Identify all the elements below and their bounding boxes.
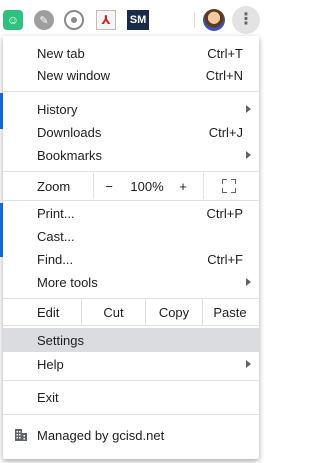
menu-item-label: New tab	[37, 45, 85, 61]
browser-toolbar: ☺ ✎ ⅄ SM ⋮	[0, 0, 267, 40]
edit-row: Edit Cut Copy Paste	[3, 299, 259, 325]
menu-divider	[3, 91, 259, 92]
copy-button[interactable]: Copy	[146, 299, 202, 325]
menu-divider	[3, 171, 259, 172]
menu-item-label: Exit	[37, 389, 59, 405]
chrome-main-menu: New tab Ctrl+T New window Ctrl+N History…	[3, 36, 259, 459]
menu-divider	[3, 380, 259, 381]
profile-avatar[interactable]	[203, 9, 225, 31]
menu-divider	[3, 325, 259, 326]
menu-item-history[interactable]: History	[3, 98, 259, 120]
menu-item-label: History	[37, 101, 78, 117]
emoji-extension-icon[interactable]: ☺	[3, 10, 23, 30]
menu-item-exit[interactable]: Exit	[3, 386, 259, 408]
menu-divider	[3, 414, 259, 415]
menu-item-label: New window	[37, 67, 110, 83]
customize-menu-button[interactable]: ⋮	[232, 6, 260, 34]
pencil-extension-icon[interactable]: ✎	[34, 10, 54, 30]
menu-item-managed[interactable]: Managed by gcisd.net	[3, 424, 259, 446]
submenu-arrow-icon	[246, 360, 251, 368]
menu-item-settings[interactable]: Settings	[3, 328, 259, 352]
menu-item-shortcut: Ctrl+F	[207, 251, 243, 267]
chrome-extension-icon[interactable]	[64, 10, 84, 30]
zoom-label: Zoom	[37, 178, 71, 194]
building-icon	[15, 429, 27, 441]
sm-extension-icon[interactable]: SM	[127, 10, 149, 30]
zoom-out-button[interactable]: −	[94, 173, 124, 199]
menu-item-label: Downloads	[37, 124, 102, 140]
four-dots-extension-icon[interactable]	[158, 10, 178, 30]
menu-item-shortcut: Ctrl+T	[207, 45, 243, 61]
menu-divider	[3, 200, 259, 201]
zoom-row: Zoom − 100% +	[3, 173, 259, 199]
menu-item-bookmarks[interactable]: Bookmarks	[3, 144, 259, 166]
zoom-level-value: 100%	[130, 178, 164, 194]
menu-item-help[interactable]: Help	[3, 353, 259, 375]
menu-item-label: Settings	[37, 332, 84, 348]
submenu-arrow-icon	[246, 151, 251, 159]
cut-button[interactable]: Cut	[82, 299, 145, 325]
menu-item-new-tab[interactable]: New tab Ctrl+T	[3, 42, 259, 64]
menu-item-shortcut: Ctrl+J	[208, 124, 243, 140]
menu-item-label: Find...	[37, 251, 74, 267]
menu-item-label: Managed by gcisd.net	[37, 427, 165, 443]
fullscreen-icon[interactable]	[222, 179, 236, 193]
menu-item-label: Cast...	[37, 228, 75, 244]
menu-item-find[interactable]: Find... Ctrl+F	[3, 248, 259, 270]
menu-item-print[interactable]: Print... Ctrl+P	[3, 202, 259, 224]
zoom-in-button[interactable]: +	[170, 173, 196, 199]
pdf-extension-icon[interactable]: ⅄	[96, 10, 116, 30]
menu-item-label: More tools	[37, 274, 98, 290]
edit-label: Edit	[37, 304, 60, 320]
menu-item-label: Help	[37, 356, 64, 372]
menu-item-shortcut: Ctrl+N	[205, 67, 243, 83]
zoom-divider	[203, 173, 204, 199]
menu-item-downloads[interactable]: Downloads Ctrl+J	[3, 121, 259, 143]
menu-item-cast[interactable]: Cast...	[3, 225, 259, 247]
menu-item-new-window[interactable]: New window Ctrl+N	[3, 64, 259, 86]
menu-item-label: Print...	[37, 205, 75, 221]
paste-button[interactable]: Paste	[203, 299, 257, 325]
menu-item-label: Bookmarks	[37, 147, 103, 163]
menu-item-more-tools[interactable]: More tools	[3, 271, 259, 293]
toolbar-divider	[194, 12, 195, 28]
submenu-arrow-icon	[246, 278, 251, 286]
menu-item-shortcut: Ctrl+P	[206, 205, 243, 221]
submenu-arrow-icon	[246, 105, 251, 113]
